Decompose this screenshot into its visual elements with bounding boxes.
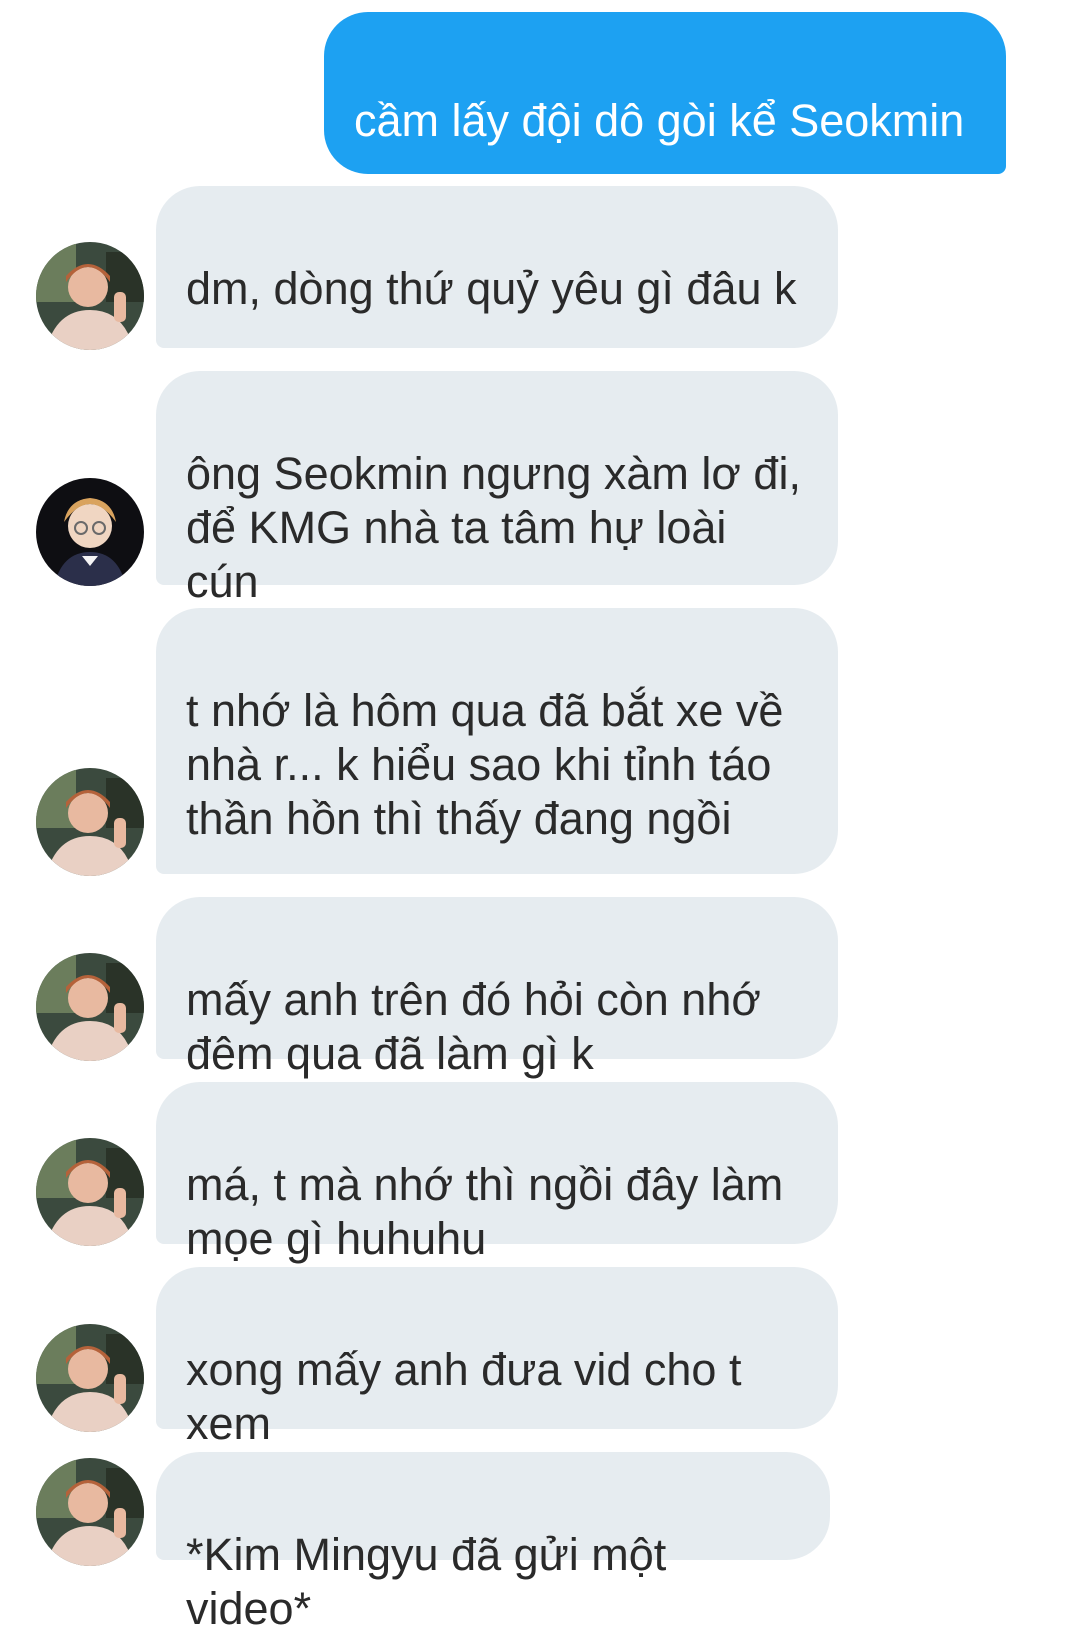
message-bubble-outgoing[interactable]: cầm lấy đội dô gòi kể Seokmin nghe <box>324 12 1006 294</box>
message-bubble-incoming[interactable]: dm, dòng thứ quỷ yêu gì đâu k chứ ae cm … <box>156 186 838 462</box>
avatar-mingyu[interactable] <box>36 768 144 876</box>
avatar-mingyu[interactable] <box>36 1138 144 1246</box>
message-bubble-incoming[interactable]: xong mấy anh đưa vid cho t xem <box>156 1267 838 1449</box>
message-bubble-incoming[interactable]: t nhớ là hôm qua đã bắt xe về nhà r... k… <box>156 608 838 992</box>
avatar-mingyu[interactable] <box>36 1458 144 1566</box>
message-text: má, t mà nhớ thì ngồi đây làm mọe gì huh… <box>186 1159 784 1264</box>
avatar-mingyu[interactable] <box>36 242 144 350</box>
avatar-other-user[interactable] <box>36 478 144 586</box>
avatar-mingyu[interactable] <box>36 1324 144 1432</box>
chat-thread: cầm lấy đội dô gòi kể Seokmin nghe dm, d… <box>0 0 1080 1634</box>
message-text: *Kim Mingyu đã gửi một video* <box>186 1529 667 1634</box>
message-text: mấy anh trên đó hỏi còn nhớ đêm qua đã l… <box>186 974 761 1079</box>
avatar-mingyu[interactable] <box>36 953 144 1061</box>
message-bubble-incoming[interactable]: mấy anh trên đó hỏi còn nhớ đêm qua đã l… <box>156 897 838 1079</box>
message-bubble-incoming[interactable]: ông Seokmin ngưng xàm lơ đi, để KMG nhà … <box>156 371 838 755</box>
message-bubble-incoming[interactable]: *Kim Mingyu đã gửi một video* <box>156 1452 830 1634</box>
message-text: xong mấy anh đưa vid cho t xem <box>186 1344 742 1449</box>
message-bubble-incoming[interactable]: má, t mà nhớ thì ngồi đây làm mọe gì huh… <box>156 1082 838 1264</box>
